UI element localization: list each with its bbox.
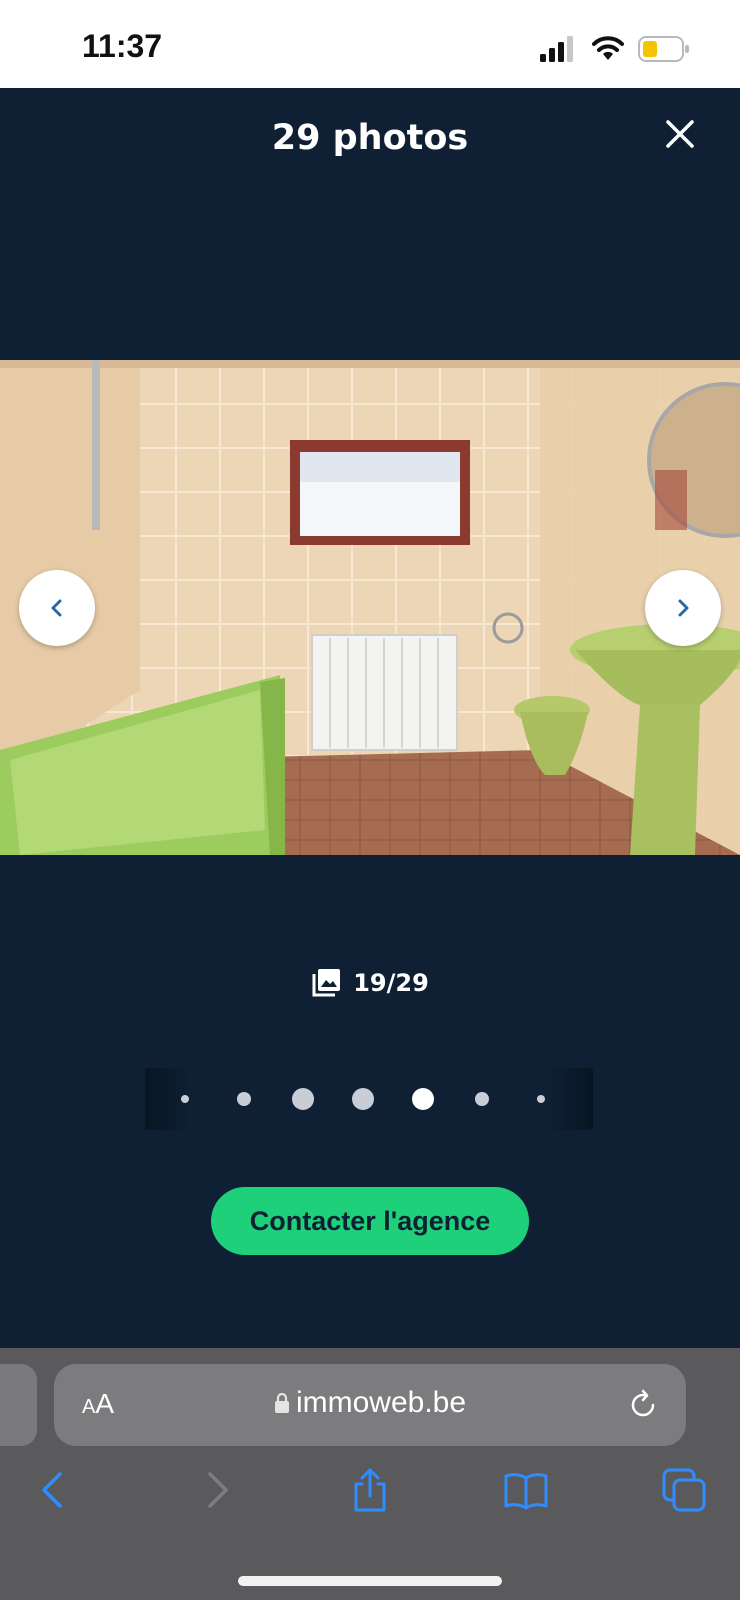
previous-photo-button[interactable] (19, 570, 95, 646)
photo-counter-text: 19/29 (353, 969, 429, 997)
pagination-dot[interactable] (475, 1092, 489, 1106)
photo-counter: 19/29 (0, 968, 740, 998)
contact-agency-button[interactable]: Contacter l'agence (211, 1187, 529, 1255)
status-bar: 11:37 (0, 0, 740, 88)
browser-back-button[interactable] (30, 1466, 78, 1514)
wifi-icon (592, 36, 624, 60)
home-indicator (238, 1576, 502, 1586)
pagination-dots (145, 1068, 593, 1130)
gallery-photo[interactable] (0, 360, 740, 855)
cellular-signal-icon (540, 36, 573, 62)
browser-bottom-bar: AA immoweb.be (0, 1348, 740, 1600)
pagination-dot[interactable] (237, 1092, 251, 1106)
reload-icon[interactable] (626, 1388, 660, 1422)
share-button[interactable] (346, 1466, 394, 1514)
photo-library-icon (312, 969, 341, 997)
gallery-title: 29 photos (271, 118, 469, 158)
bookmarks-icon (504, 1473, 548, 1510)
chevron-left-icon (42, 1472, 62, 1508)
lock-icon (274, 1392, 289, 1413)
tabs-icon (662, 1468, 706, 1512)
tabs-button[interactable] (660, 1466, 708, 1514)
pagination-dot[interactable] (352, 1088, 374, 1110)
address-bar[interactable]: AA immoweb.be (54, 1364, 686, 1446)
chevron-right-icon (208, 1472, 228, 1508)
bookmarks-button[interactable] (502, 1466, 550, 1514)
close-button[interactable] (658, 112, 702, 156)
previous-tab-peek[interactable] (0, 1364, 37, 1446)
url-text: immoweb.be (295, 1386, 467, 1419)
battery-icon (638, 36, 689, 62)
pagination-dot[interactable] (412, 1088, 434, 1110)
browser-forward-button[interactable] (192, 1466, 240, 1514)
share-icon (354, 1468, 386, 1512)
gallery-header: 29 photos (0, 88, 740, 188)
dots-fade-right (547, 1068, 593, 1130)
pagination-dot[interactable] (181, 1095, 189, 1103)
pagination-dot[interactable] (292, 1088, 314, 1110)
chevron-right-icon (678, 599, 689, 617)
pagination-dot[interactable] (537, 1095, 545, 1103)
chevron-left-icon (51, 599, 62, 617)
next-photo-button[interactable] (645, 570, 721, 646)
url-display: immoweb.be (54, 1386, 686, 1420)
bathroom-photo (0, 360, 740, 855)
close-icon (666, 120, 694, 148)
status-time: 11:37 (82, 28, 163, 64)
